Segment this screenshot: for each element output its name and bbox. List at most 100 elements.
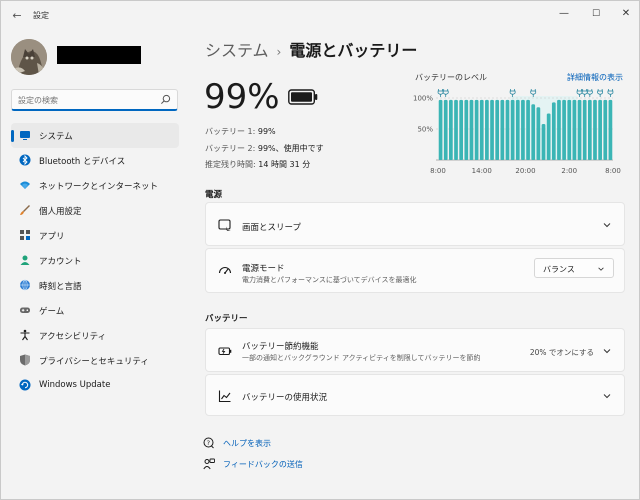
chevron-down-icon — [598, 267, 604, 271]
chart-bar — [567, 99, 572, 160]
chart-bar — [541, 124, 546, 160]
breadcrumb: システム › 電源とバッテリー — [205, 37, 417, 61]
battery-saver-title: バッテリー節約機能 — [242, 342, 319, 352]
chart-bar — [454, 99, 458, 160]
battery-full-icon — [288, 89, 318, 105]
usage-graph-icon — [218, 390, 231, 403]
battery-usage-card[interactable]: バッテリーの使用状況 — [205, 374, 625, 416]
remaining-time-value: 14 時間 31 分 — [258, 160, 311, 169]
chart-bar — [443, 99, 448, 160]
apps-icon — [20, 230, 30, 240]
sidebar-item-accounts[interactable]: アカウント — [11, 248, 179, 273]
plug-icon-shape — [509, 89, 516, 97]
screen-sleep-title: 画面とスリープ — [242, 223, 301, 233]
page-title: 電源とバッテリー — [289, 41, 418, 60]
plug-icon-shape — [607, 89, 614, 97]
plug-icon-shape — [576, 89, 583, 97]
chart-bar — [526, 99, 530, 160]
battery-2-value: 99%、使用中です — [257, 144, 324, 153]
plug-icon — [597, 89, 603, 97]
minimize-button[interactable]: — — [549, 4, 579, 24]
chart-bar — [469, 99, 474, 160]
battery-percent: 99% — [204, 77, 280, 117]
close-button[interactable]: ✕ — [611, 4, 640, 24]
shield-icon — [20, 354, 30, 366]
battery-usage-title: バッテリーの使用状況 — [242, 393, 328, 403]
battery-2-status: バッテリー 2: 99%、使用中です — [205, 143, 324, 154]
plug-icon — [442, 89, 449, 97]
maximize-button[interactable]: ☐ — [581, 4, 611, 24]
chart-bar — [603, 99, 608, 160]
breadcrumb-parent[interactable]: システム — [205, 41, 269, 60]
chevron-down-icon[interactable] — [602, 346, 612, 356]
search-box[interactable] — [11, 89, 178, 111]
chart-bar — [479, 99, 484, 160]
chart-bar — [521, 99, 525, 160]
chart-title: バッテリーのレベル — [415, 73, 487, 82]
avatar-photo-icon — [11, 39, 47, 75]
back-button[interactable]: ← — [9, 8, 25, 24]
sidebar-item-privacy[interactable]: プライバシーとセキュリティ — [11, 348, 179, 373]
chart-bar — [464, 99, 469, 160]
plug-icon — [586, 89, 593, 97]
chevron-down-icon[interactable] — [602, 391, 612, 401]
help-chat-icon: ? — [203, 437, 214, 449]
sidebar-item-windows-update[interactable]: Windows Update — [11, 373, 179, 398]
brush-icon — [20, 205, 30, 215]
sidebar-item-label: プライバシーとセキュリティ — [39, 357, 149, 367]
feedback-link-text[interactable]: フィードバックの送信 — [223, 459, 303, 470]
chart-bar — [546, 113, 551, 160]
bluetooth-icon — [19, 154, 31, 166]
chart-bar — [577, 99, 582, 160]
plug-icon — [437, 89, 444, 97]
chart-x-tick-label: 8:00 — [430, 167, 446, 175]
chart-bar — [459, 99, 464, 160]
chart-bar — [598, 99, 602, 160]
sidebar-nav: システム Bluetooth とデバイス ネットワークとインターネット 個人用設… — [11, 123, 179, 398]
chart-bar — [495, 99, 500, 160]
plug-icon-shape — [437, 89, 444, 97]
battery-1-status: バッテリー 1: 99% — [205, 126, 276, 137]
battery-level-chart[interactable]: 100% 50% 8:00 14:00 20:00 2:00 8:00 — [405, 83, 625, 178]
screen-sleep-card[interactable]: 画面とスリープ — [205, 202, 625, 246]
power-section-title: 電源 — [205, 190, 223, 200]
power-mode-select[interactable]: バランス — [534, 258, 614, 278]
battery-saver-card[interactable]: バッテリー節約機能 一部の通知とバックグラウンド アクティビティを制限してバッテ… — [205, 328, 625, 372]
sidebar-item-system[interactable]: システム — [11, 123, 179, 148]
chart-x-tick-label: 2:00 — [561, 167, 577, 175]
details-link[interactable]: 詳細情報の表示 — [567, 72, 623, 83]
battery-section-title: バッテリー — [205, 314, 248, 324]
battery-1-value: 99% — [257, 127, 276, 136]
power-mode-selected-value: バランス — [543, 265, 575, 274]
sidebar-item-personalization[interactable]: 個人用設定 — [11, 198, 179, 223]
settings-window: ← 設定 — ☐ ✕ システム — [0, 0, 640, 500]
breadcrumb-separator: › — [276, 45, 282, 59]
battery-saver-description: 一部の通知とバックグラウンド アクティビティを制限してバッテリーを節約 — [242, 354, 481, 362]
sidebar-item-time-language[interactable]: 時刻と言語 — [11, 273, 179, 298]
sidebar-item-gaming[interactable]: ゲーム — [11, 298, 179, 323]
search-input[interactable] — [18, 93, 158, 107]
plug-icon-shape — [530, 89, 537, 97]
battery-2-label: バッテリー 2: — [205, 144, 256, 153]
sidebar-item-network[interactable]: ネットワークとインターネット — [11, 173, 179, 198]
update-icon — [19, 379, 31, 391]
avatar[interactable] — [11, 39, 47, 75]
search-icon[interactable] — [160, 94, 171, 105]
sidebar-item-apps[interactable]: アプリ — [11, 223, 179, 248]
profile-name-redacted — [57, 46, 141, 64]
plug-icon-shape — [597, 89, 603, 97]
sidebar-item-label: アクセシビリティ — [39, 332, 107, 342]
chart-bar — [485, 99, 489, 160]
monitor-icon — [20, 131, 30, 140]
chart-bar — [490, 99, 494, 160]
chevron-down-icon[interactable] — [602, 220, 612, 230]
help-link-text[interactable]: ヘルプを表示 — [223, 438, 271, 449]
chart-bar — [505, 99, 510, 160]
plug-icon-shape — [442, 89, 449, 97]
chart-bar — [572, 99, 577, 160]
chart-bar — [438, 99, 443, 160]
sidebar-item-bluetooth[interactable]: Bluetooth とデバイス — [11, 148, 179, 173]
app-title: 設定 — [33, 11, 49, 20]
chart-bar — [587, 99, 592, 160]
sidebar-item-accessibility[interactable]: アクセシビリティ — [11, 323, 179, 348]
